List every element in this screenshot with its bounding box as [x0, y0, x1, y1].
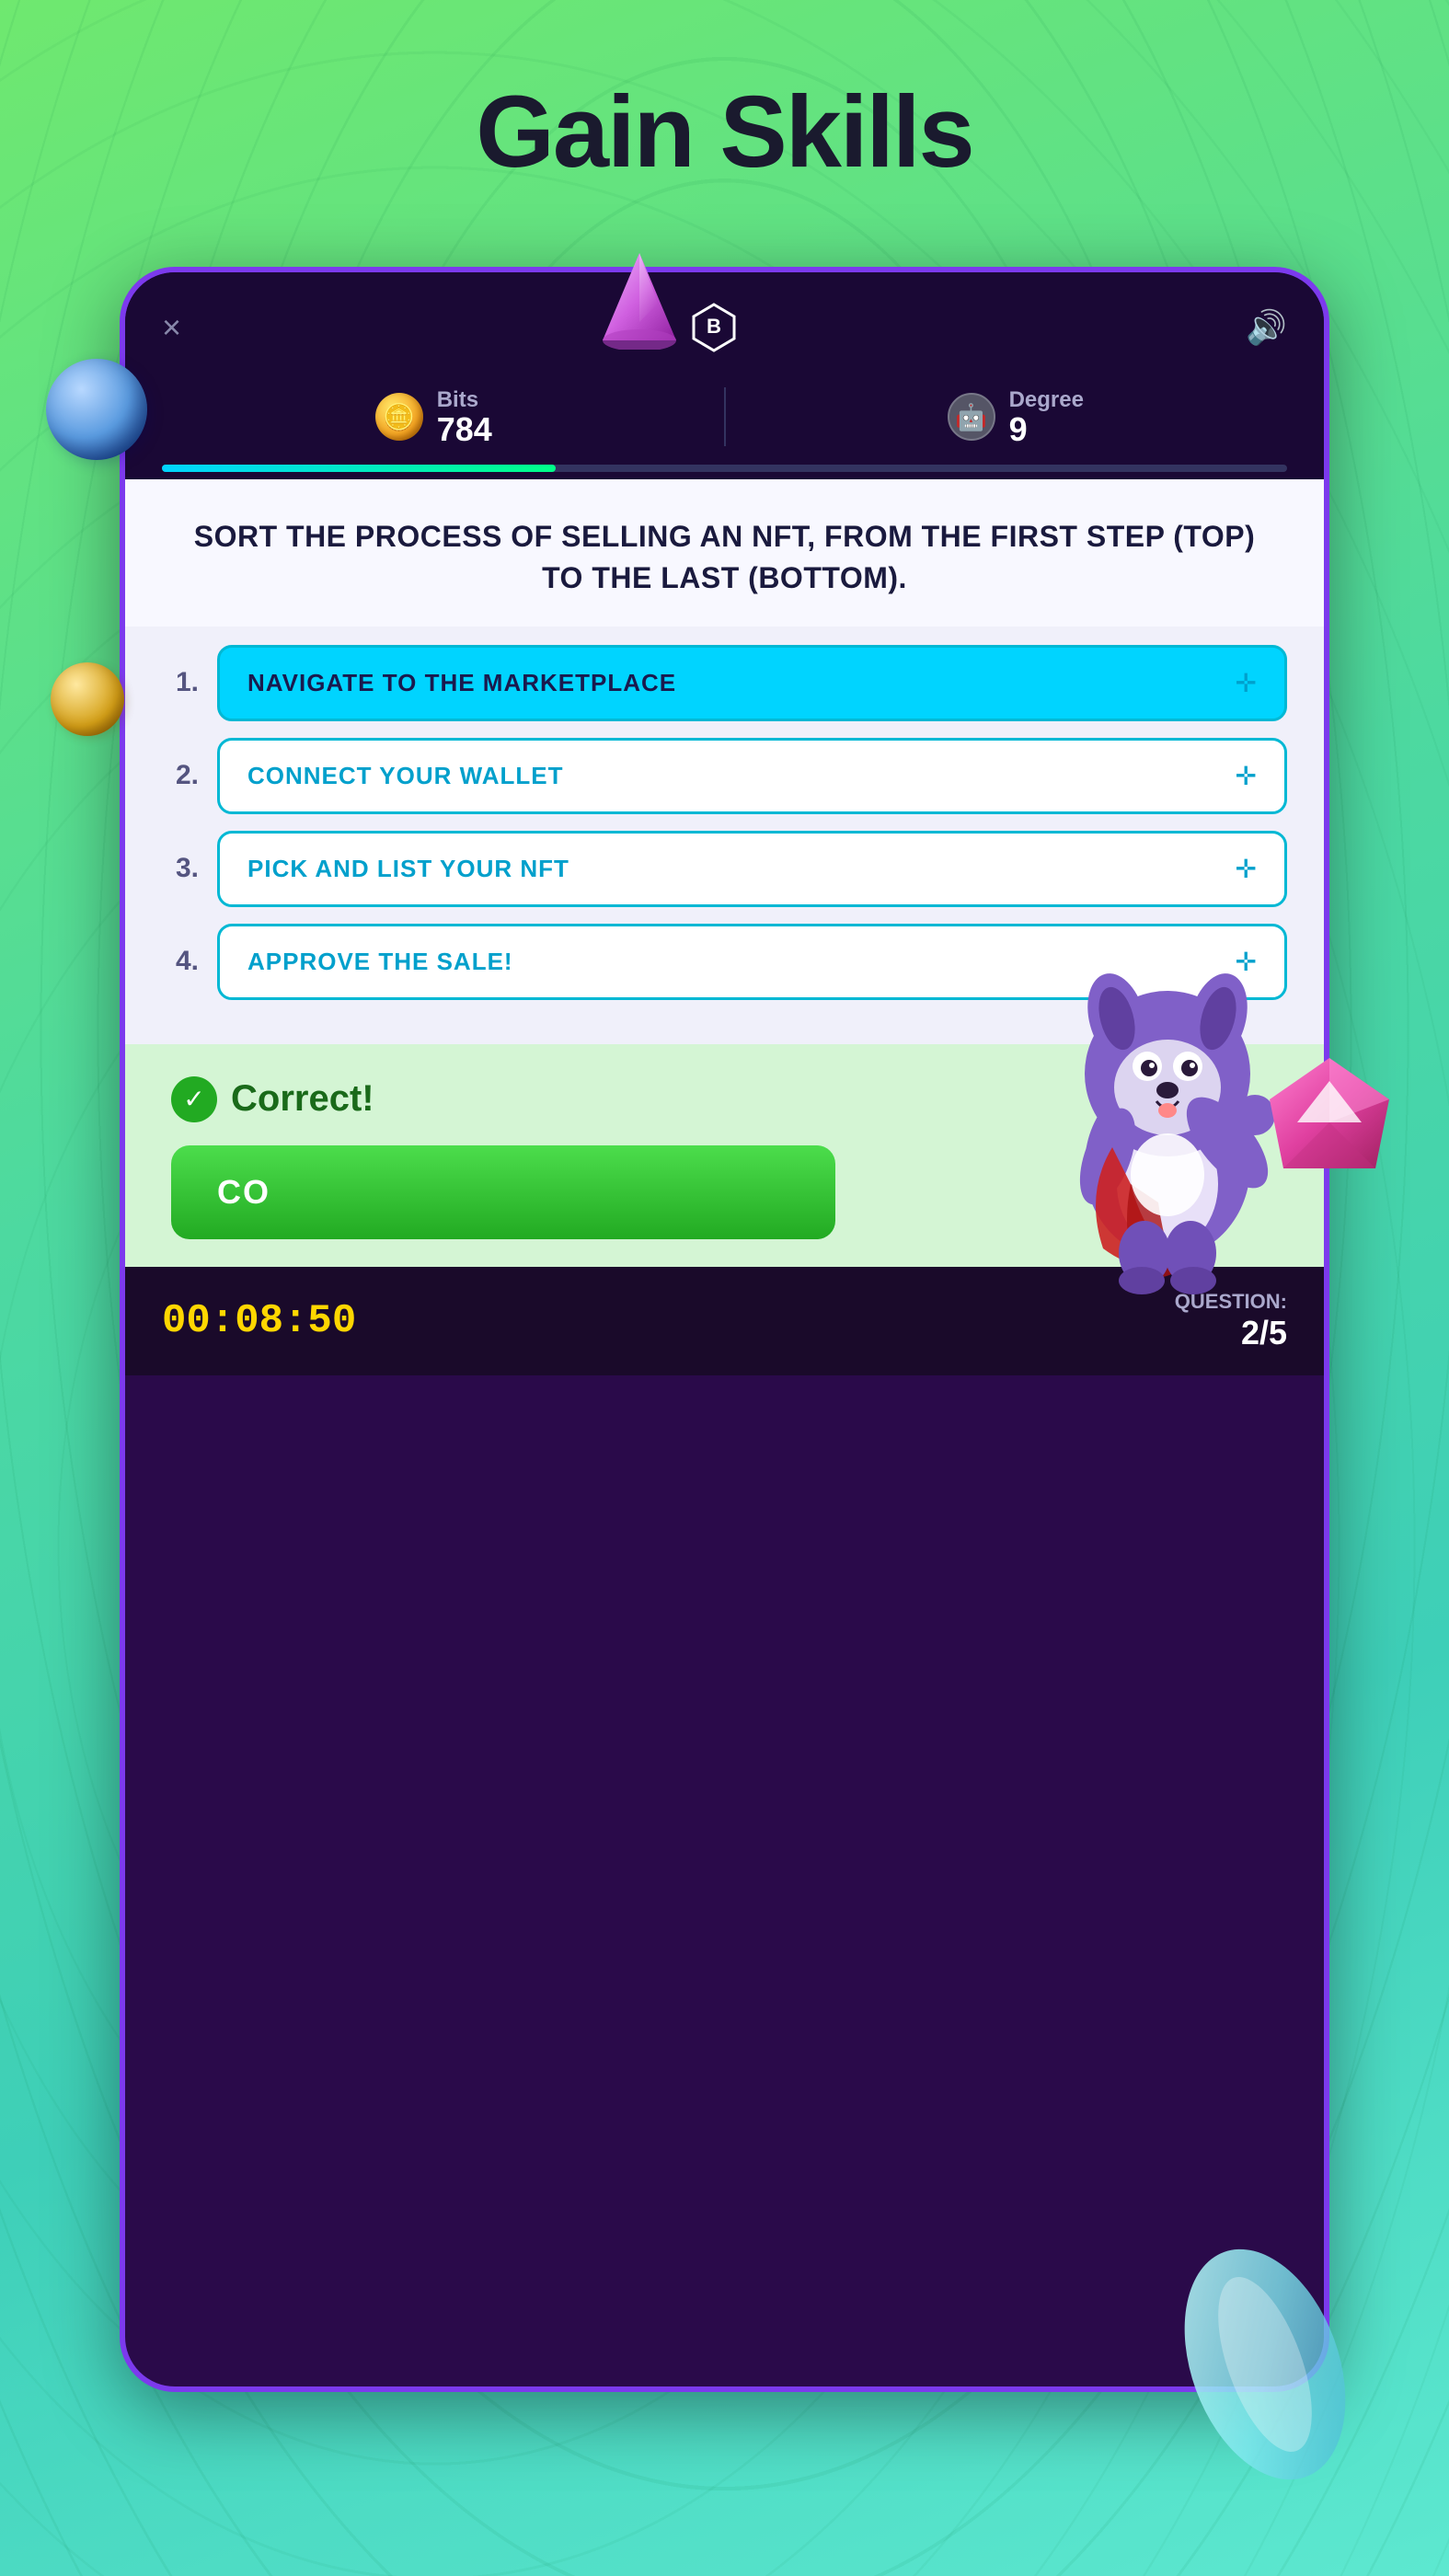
answer-row-3: 3. PICK AND LIST YOUR NFT ✛	[162, 831, 1287, 907]
drag-icon-2: ✛	[1236, 761, 1257, 791]
answer-row-1: 1. NAVIGATE TO THE MARKETPLACE ✛	[162, 645, 1287, 721]
progress-container	[125, 465, 1324, 479]
bits-label: Bits	[437, 387, 492, 413]
bits-value: 784	[437, 413, 492, 446]
correct-check-icon: ✓	[171, 1076, 217, 1122]
decoration-pink-gem	[1256, 1049, 1403, 1196]
answer-number-1: 1.	[162, 667, 199, 698]
answer-text-1: NAVIGATE TO THE MARKETPLACE	[247, 669, 676, 697]
app-logo: B	[682, 295, 746, 360]
close-button[interactable]: ×	[162, 308, 181, 347]
answer-button-1[interactable]: NAVIGATE TO THE MARKETPLACE ✛	[217, 645, 1287, 721]
decoration-gold-sphere	[51, 662, 124, 736]
stats-divider	[724, 387, 726, 446]
answer-text-3: PICK AND LIST YOUR NFT	[247, 855, 569, 883]
answer-number-3: 3.	[162, 853, 199, 884]
progress-bar-background	[162, 465, 1287, 472]
degree-avatar-icon: 🤖	[948, 393, 995, 441]
question-area: SORT THE PROCESS OF SELLING AN NFT, FROM…	[125, 479, 1324, 627]
question-counter: QUESTION: 2/5	[1175, 1290, 1287, 1352]
sound-button[interactable]: 🔊	[1246, 308, 1287, 347]
degree-label: Degree	[1009, 387, 1084, 413]
decoration-blue-sphere	[46, 359, 147, 460]
result-area: ✓ Correct! CO	[125, 1044, 1324, 1267]
answer-text-2: CONNECT YOUR WALLET	[247, 762, 564, 790]
degree-text: Degree 9	[1009, 387, 1084, 446]
answer-row-2: 2. CONNECT YOUR WALLET ✛	[162, 738, 1287, 814]
phone-frame: × B 🔊 🪙 Bits 784 🤖 Degree 9	[120, 267, 1329, 2392]
timer-display: 00:08:50	[162, 1298, 356, 1344]
degree-value: 9	[1009, 413, 1084, 446]
bits-coin-icon: 🪙	[375, 393, 423, 441]
answer-button-2[interactable]: CONNECT YOUR WALLET ✛	[217, 738, 1287, 814]
answer-number-4: 4.	[162, 946, 199, 977]
phone-header: × B 🔊	[125, 272, 1324, 378]
progress-bar-fill	[162, 465, 556, 472]
decoration-pink-cone	[598, 248, 681, 350]
answer-text-4: APPROVE THE SALE!	[247, 948, 513, 976]
drag-icon-1: ✛	[1236, 668, 1257, 698]
page-title: Gain Skills	[0, 74, 1449, 190]
svg-text:B: B	[707, 315, 721, 338]
question-counter-value: 2/5	[1175, 1314, 1287, 1352]
continue-button[interactable]: CO	[171, 1145, 835, 1239]
answer-number-2: 2.	[162, 760, 199, 791]
decoration-crystal	[1173, 2226, 1357, 2502]
question-text: SORT THE PROCESS OF SELLING AN NFT, FROM…	[171, 516, 1278, 599]
bits-text: Bits 784	[437, 387, 492, 446]
stats-bar: 🪙 Bits 784 🤖 Degree 9	[125, 378, 1324, 465]
drag-icon-3: ✛	[1236, 854, 1257, 884]
correct-text: Correct!	[231, 1078, 374, 1120]
answer-button-3[interactable]: PICK AND LIST YOUR NFT ✛	[217, 831, 1287, 907]
bits-stat: 🪙 Bits 784	[162, 387, 706, 446]
degree-stat: 🤖 Degree 9	[744, 387, 1288, 446]
